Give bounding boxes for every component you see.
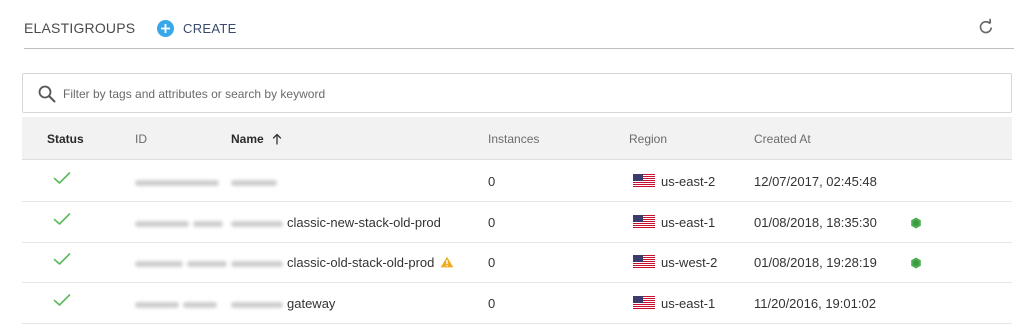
us-flag-icon — [633, 296, 655, 310]
region-cell: us-east-2 — [633, 174, 715, 189]
region-text: us-east-1 — [661, 296, 716, 311]
created-at-cell: 01/08/2018, 19:28:19 — [754, 255, 877, 270]
column-header-name[interactable]: Name — [231, 132, 282, 146]
name-text: classic-new-stack-old-prod — [287, 215, 441, 230]
table-row[interactable]: 0 us-east-2 12/07/2017, 02:45:48 — [22, 161, 1012, 202]
name-cell[interactable]: gateway — [231, 296, 335, 311]
us-flag-icon — [633, 215, 655, 229]
check-icon — [53, 253, 71, 265]
top-bar: ELASTIGROUPS CREATE — [0, 0, 1024, 50]
arrow-up-icon[interactable] — [272, 133, 282, 145]
hexagon-icon[interactable] — [910, 257, 922, 269]
warning-icon — [440, 256, 454, 268]
hexagon-icon[interactable] — [910, 217, 922, 229]
search-bar — [22, 73, 1012, 113]
name-cell[interactable]: classic-old-stack-old-prod — [231, 255, 454, 270]
table-row[interactable]: classic-new-stack-old-prod 0 us-east-1 01/0… — [22, 202, 1012, 243]
region-cell: us-west-2 — [633, 255, 717, 270]
column-header-created-at[interactable]: Created At — [754, 132, 811, 146]
region-text: us-east-2 — [661, 174, 716, 189]
us-flag-icon — [633, 255, 655, 269]
us-flag-icon — [633, 174, 655, 188]
region-cell: us-east-1 — [633, 215, 715, 230]
column-header-name-label: Name — [231, 132, 264, 146]
column-header-id[interactable]: ID — [135, 132, 147, 146]
create-button-label: CREATE — [183, 20, 237, 36]
id-cell — [135, 174, 219, 189]
region-text: us-east-1 — [661, 215, 716, 230]
created-at-cell: 11/20/2016, 19:01:02 — [754, 296, 876, 311]
table-row[interactable]: classic-old-stack-old-prod 0 us-west-2 01/0… — [22, 242, 1012, 283]
id-cell — [135, 255, 227, 270]
plus-circle-icon — [157, 19, 174, 37]
header-divider — [24, 48, 1014, 49]
instances-cell: 0 — [488, 174, 496, 189]
page-title: ELASTIGROUPS — [24, 20, 136, 36]
name-text: gateway — [287, 296, 336, 311]
create-button[interactable]: CREATE — [157, 19, 237, 37]
table-row[interactable]: gateway 0 us-east-1 11/20/2016, 19:01:02 — [22, 283, 1012, 324]
id-cell — [135, 215, 223, 230]
check-icon — [53, 172, 71, 184]
instances-cell: 0 — [488, 296, 496, 311]
refresh-icon[interactable] — [977, 18, 995, 36]
search-input[interactable] — [63, 84, 963, 104]
instances-cell: 0 — [488, 215, 496, 230]
check-icon — [53, 213, 71, 225]
region-cell: us-east-1 — [633, 296, 715, 311]
created-at-cell: 12/07/2017, 02:45:48 — [754, 174, 877, 189]
name-cell[interactable] — [231, 174, 281, 189]
column-header-instances[interactable]: Instances — [488, 132, 539, 146]
search-icon — [38, 85, 56, 103]
column-header-status[interactable]: Status — [47, 132, 84, 146]
id-cell — [135, 296, 217, 311]
created-at-cell: 01/08/2018, 18:35:30 — [754, 215, 877, 230]
table-header: Status ID Name Instances Region Created … — [22, 117, 1012, 160]
region-text: us-west-2 — [661, 255, 718, 270]
name-cell[interactable]: classic-new-stack-old-prod — [231, 215, 441, 230]
name-text: classic-old-stack-old-prod — [287, 255, 435, 270]
column-header-region[interactable]: Region — [629, 132, 667, 146]
check-icon — [53, 294, 71, 306]
instances-cell: 0 — [488, 255, 496, 270]
